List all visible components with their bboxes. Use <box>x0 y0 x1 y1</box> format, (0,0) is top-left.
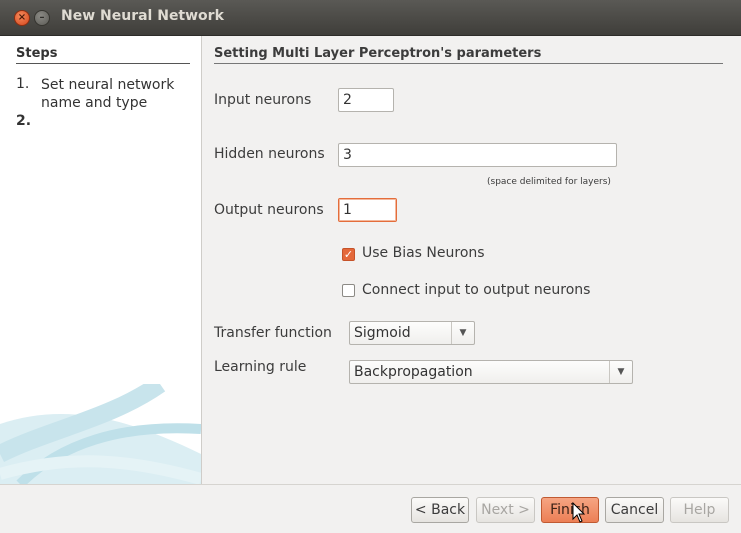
cancel-button[interactable]: Cancel <box>605 497 664 523</box>
learning-rule-select[interactable]: Backpropagation ▼ <box>349 360 633 384</box>
section-heading: Setting Multi Layer Perceptron's paramet… <box>214 46 723 64</box>
parameters-panel: Setting Multi Layer Perceptron's paramet… <box>202 36 741 484</box>
learning-rule-value: Backpropagation <box>354 364 473 380</box>
mouse-pointer-icon <box>572 502 586 523</box>
step-number: 1. <box>16 76 30 92</box>
connect-io-label[interactable]: Connect input to output neurons <box>362 282 590 298</box>
transfer-function-label: Transfer function <box>214 325 332 341</box>
learning-rule-label: Learning rule <box>214 359 307 375</box>
hidden-neurons-label: Hidden neurons <box>214 146 325 162</box>
step-item-2: 2. <box>16 113 196 133</box>
chevron-down-icon: ▼ <box>609 361 632 383</box>
finish-button[interactable]: Finish <box>541 497 599 523</box>
steps-panel: Steps 1. Set neural network name and typ… <box>0 36 202 484</box>
use-bias-label[interactable]: Use Bias Neurons <box>362 245 485 261</box>
input-neurons-label: Input neurons <box>214 92 312 108</box>
input-neurons-field[interactable]: 2 <box>338 88 394 112</box>
decorative-swoosh-graphic <box>0 384 201 484</box>
hidden-neurons-hint: (space delimited for layers) <box>487 177 611 187</box>
connect-io-checkbox[interactable] <box>342 284 355 297</box>
use-bias-checkbox[interactable]: ✓ <box>342 248 355 261</box>
step-number: 2. <box>16 113 32 129</box>
next-button[interactable]: Next > <box>476 497 535 523</box>
window-titlebar: × – New Neural Network <box>0 0 741 36</box>
window-title: New Neural Network <box>61 8 224 24</box>
minimize-icon[interactable]: – <box>34 10 50 26</box>
transfer-function-select[interactable]: Sigmoid ▼ <box>349 321 475 345</box>
transfer-function-value: Sigmoid <box>354 325 411 341</box>
help-button[interactable]: Help <box>670 497 729 523</box>
step-item-1: 1. Set neural network name and type <box>16 76 196 116</box>
output-neurons-label: Output neurons <box>214 202 324 218</box>
chevron-down-icon: ▼ <box>451 322 474 344</box>
step-label: Set neural network name and type <box>41 77 175 111</box>
back-button[interactable]: < Back <box>411 497 469 523</box>
output-neurons-field[interactable]: 1 <box>338 198 397 222</box>
steps-heading: Steps <box>16 46 190 64</box>
hidden-neurons-field[interactable]: 3 <box>338 143 617 167</box>
close-icon[interactable]: × <box>14 10 30 26</box>
wizard-footer: < Back Next > Finish Cancel Help <box>0 484 741 533</box>
